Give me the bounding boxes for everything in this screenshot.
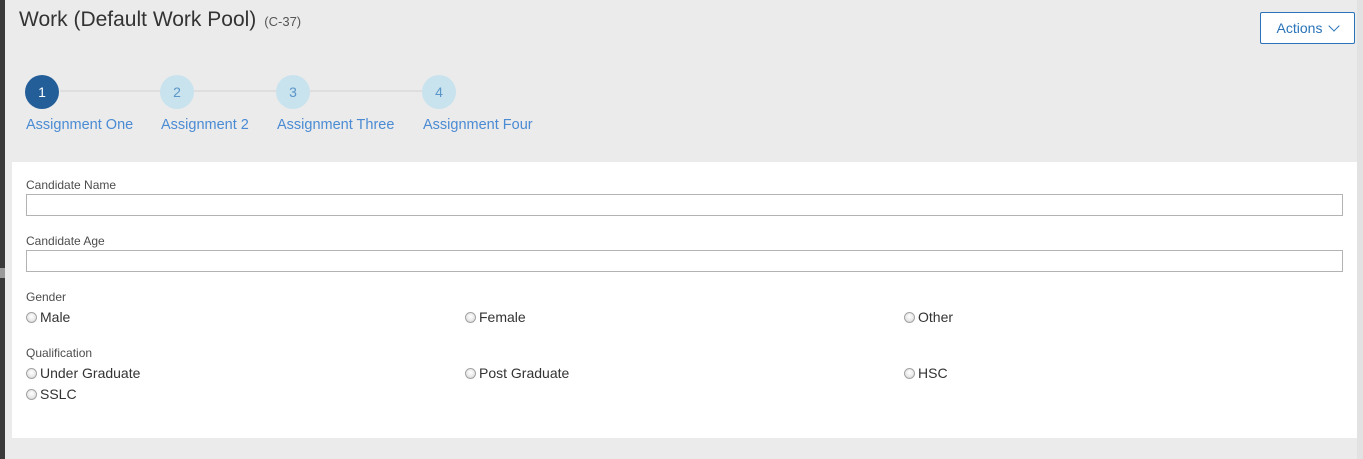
radio-unchecked-icon[interactable] bbox=[465, 367, 476, 379]
candidate-age-label: Candidate Age bbox=[26, 234, 105, 248]
qualification-option-under-graduate[interactable]: Under Graduate bbox=[26, 365, 140, 381]
radio-label: Female bbox=[479, 309, 526, 325]
step-number-badge: 1 bbox=[25, 75, 59, 109]
qualification-option-post-graduate[interactable]: Post Graduate bbox=[465, 365, 569, 381]
radio-unchecked-icon[interactable] bbox=[465, 311, 476, 323]
resize-handle[interactable] bbox=[0, 268, 5, 278]
step-connector bbox=[310, 90, 424, 92]
radio-label: Under Graduate bbox=[40, 365, 141, 381]
radio-label: SSLC bbox=[40, 386, 77, 402]
step-4[interactable]: 4 Assignment Four bbox=[422, 75, 533, 133]
candidate-name-input[interactable] bbox=[26, 194, 1343, 216]
candidate-form: Candidate Name Candidate Age Gender Male… bbox=[12, 162, 1357, 438]
radio-unchecked-icon[interactable] bbox=[904, 367, 915, 379]
radio-label: HSC bbox=[918, 365, 948, 381]
window-right-edge bbox=[1357, 0, 1363, 459]
step-number-badge: 4 bbox=[422, 75, 456, 109]
actions-button-label: Actions bbox=[1276, 20, 1323, 36]
gender-option-other[interactable]: Other bbox=[904, 309, 953, 325]
step-label: Assignment Three bbox=[277, 117, 395, 133]
chevron-down-icon bbox=[1328, 19, 1341, 32]
gender-option-female[interactable]: Female bbox=[465, 309, 526, 325]
radio-unchecked-icon[interactable] bbox=[904, 311, 915, 323]
assignment-stepper: 1 Assignment One 2 Assignment 2 3 Assign… bbox=[0, 0, 600, 140]
step-1[interactable]: 1 Assignment One bbox=[25, 75, 133, 133]
step-connector bbox=[193, 90, 279, 92]
qualification-option-hsc[interactable]: HSC bbox=[904, 365, 948, 381]
gender-option-male[interactable]: Male bbox=[26, 309, 70, 325]
gender-label: Gender bbox=[26, 290, 67, 304]
step-label: Assignment One bbox=[26, 117, 134, 133]
candidate-age-input[interactable] bbox=[26, 250, 1343, 272]
step-2[interactable]: 2 Assignment 2 bbox=[160, 75, 249, 133]
qualification-label: Qualification bbox=[26, 346, 93, 360]
step-label: Assignment 2 bbox=[161, 117, 249, 133]
radio-unchecked-icon[interactable] bbox=[26, 388, 37, 400]
radio-label: Male bbox=[40, 309, 71, 325]
step-number-badge: 3 bbox=[276, 75, 310, 109]
step-3[interactable]: 3 Assignment Three bbox=[276, 75, 394, 133]
radio-unchecked-icon[interactable] bbox=[26, 311, 37, 323]
radio-label: Post Graduate bbox=[479, 365, 570, 381]
radio-label: Other bbox=[918, 309, 954, 325]
step-number-badge: 2 bbox=[160, 75, 194, 109]
step-label: Assignment Four bbox=[423, 117, 533, 133]
step-connector bbox=[60, 90, 162, 92]
actions-button[interactable]: Actions bbox=[1260, 12, 1355, 44]
candidate-name-label: Candidate Name bbox=[26, 178, 117, 192]
qualification-option-sslc[interactable]: SSLC bbox=[26, 386, 77, 402]
radio-unchecked-icon[interactable] bbox=[26, 367, 37, 379]
